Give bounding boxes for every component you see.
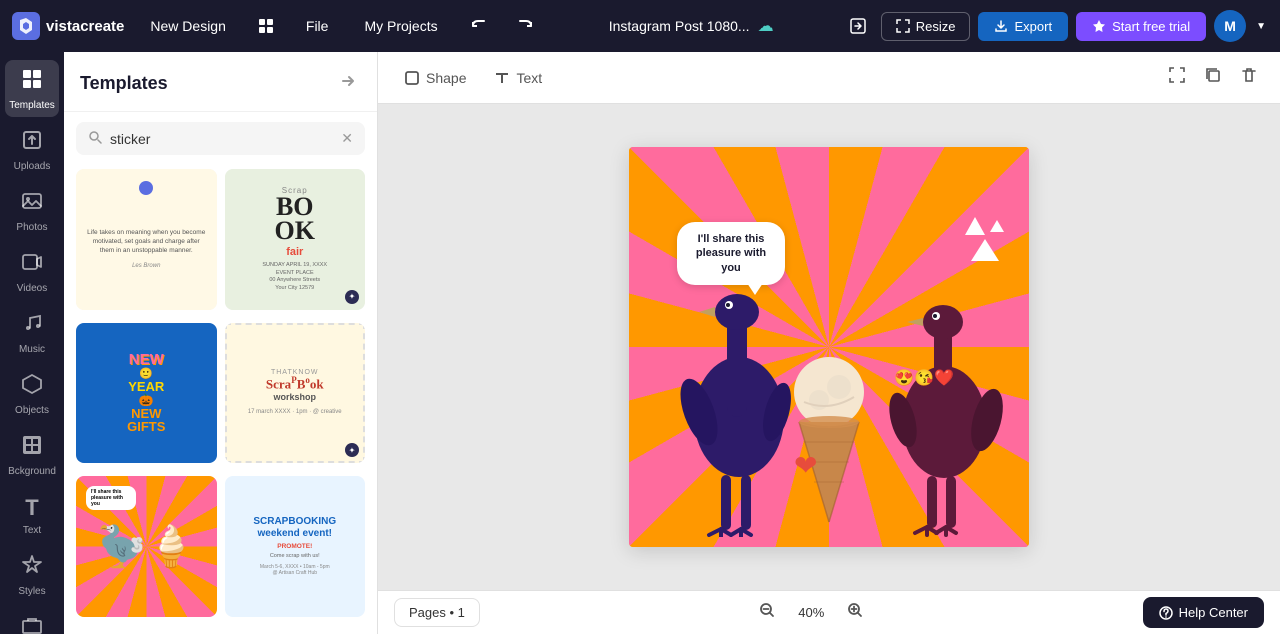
objects-icon — [21, 373, 43, 401]
search-bar: ✕ — [76, 122, 365, 155]
zoom-level: 40% — [791, 605, 831, 620]
zoom-controls: 40% — [751, 598, 871, 627]
templates-icon — [21, 68, 43, 96]
new-design-button[interactable]: New Design — [140, 12, 235, 40]
music-icon — [21, 312, 43, 340]
trial-label: Start free trial — [1112, 19, 1190, 34]
bottom-bar: Pages • 1 40% — [378, 590, 1280, 634]
help-label: Help Center — [1179, 605, 1248, 620]
templates-label: Templates — [9, 100, 55, 111]
zoom-out-button[interactable] — [751, 598, 783, 627]
zoom-in-button[interactable] — [839, 598, 871, 627]
heart-icon: ❤ — [794, 449, 817, 482]
ostrich-right — [879, 272, 1009, 537]
template-card-workshop[interactable]: thatknow ScraPBook workshop 17 march XXX… — [225, 323, 366, 464]
redo-button[interactable] — [510, 11, 540, 41]
export-label: Export — [1014, 19, 1052, 34]
text-button[interactable]: Text — [484, 64, 552, 92]
sidebar-item-objects[interactable]: Objects — [5, 365, 59, 422]
template-card-newyear[interactable]: NEW 🙂 YEAR 🎃 NEWGIFTS — [76, 323, 217, 464]
resize-button[interactable]: Resize — [881, 12, 971, 41]
sidebar-item-photos[interactable]: Photos — [5, 182, 59, 239]
logo[interactable]: vistacreate — [12, 12, 124, 40]
sidebar-item-music[interactable]: Music — [5, 304, 59, 361]
fit-screen-button[interactable] — [1162, 60, 1192, 95]
sidebar-item-text[interactable]: T Text — [5, 487, 59, 542]
cloud-sync-icon: ☁ — [758, 16, 774, 36]
background-label: Bckground — [8, 466, 56, 477]
project-name-area: Instagram Post 1080... ☁ — [556, 16, 827, 36]
sidebar-item-uploads[interactable]: Uploads — [5, 121, 59, 178]
search-input[interactable] — [110, 131, 333, 147]
template-card-scrapfair[interactable]: Scrap BOOK fair SUNDAY APRIL 19, XXXXEVE… — [225, 169, 366, 310]
pages-button[interactable]: Pages • 1 — [394, 598, 480, 627]
white-triangles — [965, 217, 1004, 261]
template-card-ostrich[interactable]: 🦤🍦 I'll share this pleasure with you — [76, 476, 217, 617]
panel-header: Templates — [64, 52, 377, 112]
background-icon — [21, 434, 43, 462]
avatar-dropdown-button[interactable]: ▼ — [1254, 19, 1268, 34]
main-layout: Templates Uploads Photos — [0, 52, 1280, 634]
sidebar-item-background[interactable]: Bckground — [5, 426, 59, 483]
template-card-scrapweekend[interactable]: SCRAPBOOKINGweekend event! PROMOTE! Come… — [225, 476, 366, 617]
icon-sidebar: Templates Uploads Photos — [0, 52, 64, 634]
search-icon — [88, 130, 102, 147]
undo-button[interactable] — [464, 11, 494, 41]
canvas-viewport[interactable]: I'll share this pleasure with you — [378, 104, 1280, 590]
uploads-icon — [21, 129, 43, 157]
styles-icon — [21, 554, 43, 582]
videos-label: Videos — [17, 283, 47, 294]
topbar: vistacreate New Design File My Projects … — [0, 0, 1280, 52]
sidebar-item-styles[interactable]: Styles — [5, 546, 59, 603]
ice-cream — [784, 332, 874, 532]
uploads-label: Uploads — [14, 161, 51, 172]
brand-kits-icon — [21, 615, 43, 634]
avatar[interactable]: M — [1214, 10, 1246, 42]
text-label: Text — [516, 70, 542, 86]
project-name[interactable]: Instagram Post 1080... — [609, 18, 750, 34]
templates-grid: Life takes on meaning when you become mo… — [64, 165, 377, 634]
delete-button[interactable] — [1234, 60, 1264, 95]
shape-label: Shape — [426, 70, 466, 86]
duplicate-button[interactable] — [1198, 60, 1228, 95]
objects-label: Objects — [15, 405, 49, 416]
toolbar-right — [1162, 60, 1264, 95]
share-icon[interactable] — [843, 11, 873, 41]
sidebar-item-brand-kits[interactable]: Brand Kits — [5, 607, 59, 634]
trial-button[interactable]: Start free trial — [1076, 12, 1206, 41]
text-label: Text — [23, 525, 41, 536]
clear-search-button[interactable]: ✕ — [341, 130, 353, 147]
help-center-button[interactable]: Help Center — [1143, 597, 1264, 628]
styles-label: Styles — [18, 586, 45, 597]
templates-panel: Templates ✕ Life takes — [64, 52, 378, 634]
sidebar-item-templates[interactable]: Templates — [5, 60, 59, 117]
collapse-panel-button[interactable] — [335, 68, 361, 99]
photos-label: Photos — [16, 222, 47, 233]
grid-icon[interactable] — [252, 12, 280, 40]
canvas-content: I'll share this pleasure with you — [629, 147, 1029, 547]
logo-text: vistacreate — [46, 18, 124, 35]
my-projects-button[interactable]: My Projects — [354, 12, 447, 40]
music-label: Music — [19, 344, 45, 355]
sidebar-item-videos[interactable]: Videos — [5, 243, 59, 300]
shape-button[interactable]: Shape — [394, 64, 476, 92]
photos-icon — [21, 190, 43, 218]
export-button[interactable]: Export — [978, 12, 1068, 41]
panel-title: Templates — [80, 73, 168, 94]
text-icon: T — [25, 495, 38, 521]
nav-right: Resize Export Start free trial M ▼ — [843, 10, 1268, 42]
template-card-sticky[interactable]: Life takes on meaning when you become mo… — [76, 169, 217, 310]
speech-bubble: I'll share this pleasure with you — [677, 222, 785, 285]
resize-label: Resize — [916, 19, 956, 34]
logo-icon — [12, 12, 40, 40]
emoji-face-reaction: 😍😘❤️ — [894, 371, 954, 387]
canvas-area: Shape Text — [378, 52, 1280, 634]
artwork: I'll share this pleasure with you — [629, 147, 1029, 547]
videos-icon — [21, 251, 43, 279]
file-button[interactable]: File — [296, 12, 339, 40]
top-toolbar: Shape Text — [378, 52, 1280, 104]
